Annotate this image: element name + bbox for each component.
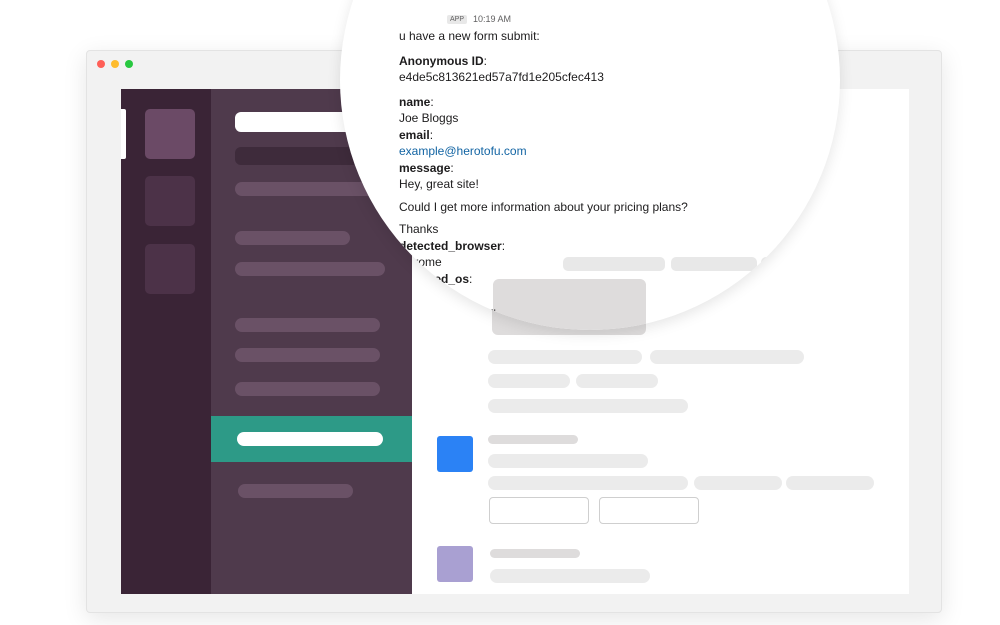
sidebar-item-placeholder[interactable]	[238, 484, 353, 498]
field-value: Joe Bloggs	[399, 111, 459, 125]
text-placeholder	[488, 454, 648, 468]
action-button-placeholder[interactable]	[489, 497, 589, 524]
field-colon: :	[469, 271, 473, 286]
maximize-window-button[interactable]	[125, 60, 133, 68]
field-browser: detected_browser:	[399, 238, 829, 255]
workspace-icon[interactable]	[145, 176, 195, 226]
field-colon: :	[501, 238, 506, 253]
field-label: detected_browser	[399, 238, 502, 253]
workspace-rail	[121, 89, 211, 594]
field-value: Could I get more information about your …	[399, 199, 688, 214]
text-placeholder	[576, 374, 658, 388]
field-message: message:	[399, 160, 829, 177]
sidebar-item-placeholder[interactable]	[235, 231, 350, 245]
text-placeholder	[490, 569, 650, 583]
text-placeholder	[488, 476, 688, 490]
text-placeholder	[694, 476, 782, 490]
user-avatar[interactable]	[437, 436, 473, 472]
field-colon: :	[483, 53, 488, 68]
field-colon: :	[450, 160, 454, 175]
sidebar-item-placeholder[interactable]	[235, 382, 380, 396]
active-channel-label-placeholder	[237, 432, 383, 446]
field-label: name	[399, 94, 431, 109]
field-value: Thanks	[399, 222, 439, 236]
text-placeholder	[488, 399, 688, 413]
user-avatar[interactable]	[437, 546, 473, 582]
magnifier-lens: APP 10:19 AM u have a new form submit: A…	[340, 0, 840, 330]
field-email: email:	[399, 127, 829, 144]
sidebar-item-placeholder[interactable]	[235, 318, 380, 332]
sidebar-item-placeholder[interactable]	[235, 262, 385, 276]
email-link[interactable]: example@herotofu.com	[399, 143, 829, 160]
close-window-button[interactable]	[97, 60, 105, 68]
field-label: email	[399, 127, 430, 142]
sidebar-item-active-channel[interactable]	[211, 416, 412, 462]
field-colon: :	[429, 127, 434, 142]
message-card: APP 10:19 AM u have a new form submit: A…	[399, 11, 829, 320]
field-label: message	[399, 160, 451, 175]
app-badge: APP	[447, 15, 468, 24]
field-label: Anonymous ID	[399, 53, 484, 68]
field-value: e4de5c813621ed57a7fd1e205cfec413	[399, 70, 604, 84]
sender-name-placeholder	[488, 435, 578, 444]
field-country: country:	[399, 304, 829, 321]
field-value: c OS	[402, 288, 429, 302]
workspace-icon[interactable]	[145, 244, 195, 294]
field-os: detected_os:	[399, 271, 829, 288]
message-header: APP 10:19 AM	[399, 11, 829, 28]
field-name: name:	[399, 94, 829, 111]
active-workspace-indicator	[121, 109, 126, 159]
message-intro: u have a new form submit:	[399, 29, 540, 43]
action-button-placeholder[interactable]	[599, 497, 699, 524]
field-label: country	[449, 304, 494, 319]
field-colon: :	[430, 94, 434, 109]
sender-name-placeholder	[490, 549, 580, 558]
text-placeholder	[488, 350, 642, 364]
sidebar-item-placeholder[interactable]	[235, 348, 380, 362]
field-value: Hey, great site!	[399, 177, 479, 191]
field-value: Chrome	[399, 255, 442, 269]
stage: APP 10:19 AM u have a new form submit: A…	[0, 0, 1000, 625]
field-colon: :	[493, 304, 497, 319]
minimize-window-button[interactable]	[111, 60, 119, 68]
text-placeholder	[650, 350, 804, 364]
text-placeholder	[786, 476, 874, 490]
workspace-icon-active[interactable]	[145, 109, 195, 159]
field-anonymous-id: Anonymous ID:	[399, 53, 829, 70]
message-timestamp[interactable]: 10:19 AM	[473, 11, 511, 28]
text-placeholder	[488, 374, 570, 388]
field-label: detected_os	[399, 271, 470, 286]
